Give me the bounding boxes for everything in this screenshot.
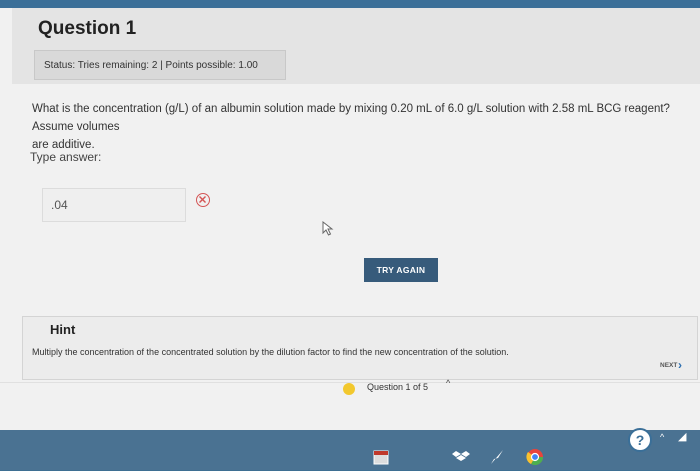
answer-input[interactable]	[42, 188, 186, 222]
hint-title: Hint	[50, 322, 76, 337]
help-icon[interactable]: ?	[628, 428, 652, 452]
question-text: What is the concentration (g/L) of an al…	[32, 100, 692, 154]
feather-icon[interactable]	[488, 448, 506, 466]
question-text-main: What is the concentration (g/L) of an al…	[32, 103, 670, 133]
progress-dot	[343, 383, 355, 395]
chevron-right-icon[interactable]: ›	[678, 358, 682, 372]
chrome-icon[interactable]	[526, 448, 544, 466]
network-icon[interactable]: ◢	[678, 430, 686, 443]
chevron-up-icon[interactable]: ^	[446, 378, 450, 388]
top-strip	[0, 0, 700, 8]
type-answer-label: Type answer:	[30, 150, 102, 164]
tray-chevron-up-icon[interactable]: ^	[660, 432, 664, 442]
hint-text: Multiply the concentration of the concen…	[32, 347, 509, 357]
mouse-cursor-icon	[322, 220, 334, 242]
try-again-button[interactable]: TRY AGAIN	[364, 258, 438, 282]
calendar-icon[interactable]	[372, 448, 390, 466]
error-x-icon	[196, 193, 210, 207]
question-title: Question 1	[38, 18, 137, 39]
quiz-screen: Question 1 Status: Tries remaining: 2 | …	[0, 0, 700, 430]
status-text: Status: Tries remaining: 2 | Points poss…	[44, 60, 258, 71]
question-counter: Question 1 of 5	[367, 382, 429, 392]
next-button[interactable]: NEXT	[660, 362, 677, 369]
dropbox-icon[interactable]	[452, 448, 470, 466]
taskbar	[0, 430, 700, 470]
